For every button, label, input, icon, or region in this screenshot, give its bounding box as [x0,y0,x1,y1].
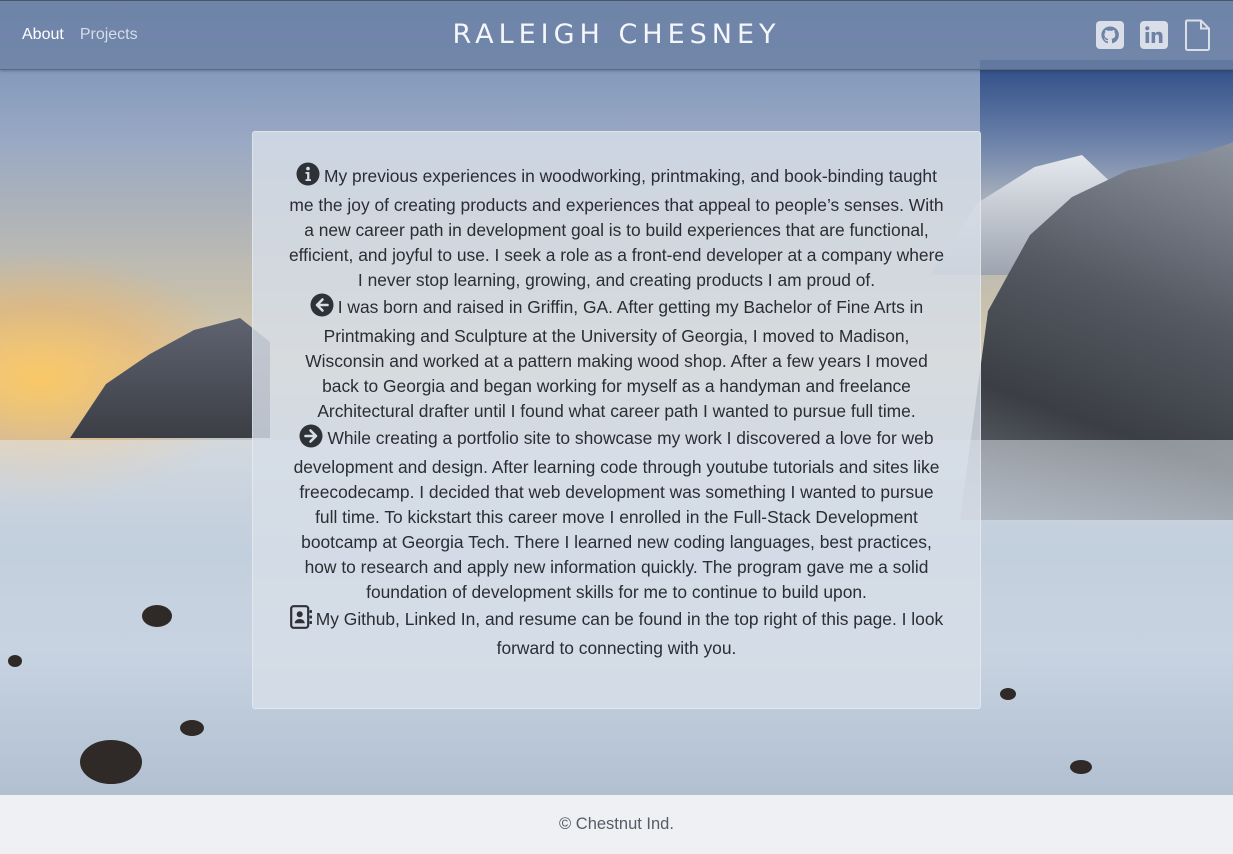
about-card: My previous experiences in woodworking, … [252,131,981,709]
arrow-right-circle-icon [299,424,323,455]
contact-card-icon [289,605,312,636]
rock [1000,688,1016,700]
about-paragraph: My previous experiences in woodworking, … [287,162,946,293]
github-icon[interactable] [1095,19,1125,51]
resume-document-icon[interactable] [1183,19,1213,51]
mountain-left [70,318,270,438]
about-paragraph: My Github, Linked In, and resume can be … [287,605,946,661]
paragraph-text: I was born and raised in Griffin, GA. Af… [305,297,928,421]
site-title: RALEIGH CHESNEY [452,19,781,50]
about-paragraph: I was born and raised in Griffin, GA. Af… [287,293,946,424]
site-footer: © Chestnut Ind. [0,795,1233,854]
social-links [1095,19,1213,51]
paragraph-text: My Github, Linked In, and resume can be … [315,609,944,658]
paragraph-text: My previous experiences in woodworking, … [288,166,945,290]
site-header: About Projects RALEIGH CHESNEY [0,0,1233,70]
arrow-left-circle-icon [310,293,334,324]
rock [142,605,172,627]
rock [8,655,22,667]
copyright-text: © Chestnut Ind. [559,815,674,833]
paragraph-text: While creating a portfolio site to showc… [293,428,940,602]
about-paragraph: While creating a portfolio site to showc… [287,424,946,605]
rock [180,720,204,736]
info-circle-icon [296,162,320,193]
rock [80,740,142,784]
linkedin-icon[interactable] [1139,19,1169,51]
rock [1070,760,1092,774]
